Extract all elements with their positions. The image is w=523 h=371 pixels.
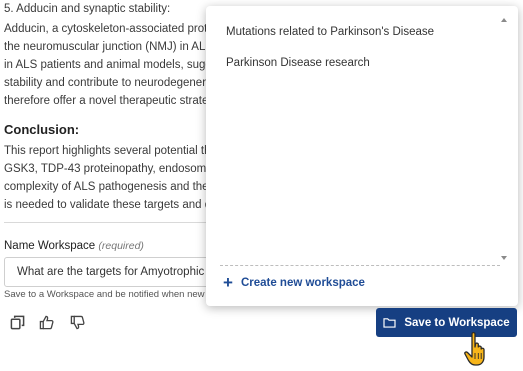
label-text: Name Workspace <box>4 240 96 252</box>
workspace-list: Mutations related to Parkinson's Disease… <box>206 6 496 256</box>
workspace-name-label: Name Workspace (required) <box>4 240 144 252</box>
hand-cursor-icon <box>464 332 485 366</box>
scrollbar[interactable] <box>500 18 508 260</box>
workspace-option[interactable]: Parkinson Disease research <box>226 57 370 69</box>
workspace-option[interactable]: Mutations related to Parkinson's Disease <box>226 26 434 38</box>
workspace-hint: Save to a Workspace and be notified when… <box>4 289 213 300</box>
folder-icon <box>383 318 396 328</box>
thumbs-down-icon <box>70 315 85 329</box>
workspace-dropdown: Mutations related to Parkinson's Disease… <box>206 6 518 306</box>
copy-icon <box>10 315 24 329</box>
copy-button[interactable] <box>6 311 28 333</box>
plus-icon: + <box>223 273 233 292</box>
like-button[interactable] <box>35 311 57 333</box>
dislike-button[interactable] <box>66 311 88 333</box>
scroll-down-arrow-icon[interactable] <box>501 256 507 260</box>
create-workspace-label: Create new workspace <box>240 276 365 289</box>
conclusion-heading: Conclusion: <box>4 122 80 137</box>
save-to-workspace-button[interactable]: Save to Workspace <box>376 308 517 337</box>
section-heading: 5. Adducin and synaptic stability: <box>4 3 171 15</box>
create-workspace-button[interactable]: + Create new workspace <box>223 274 365 291</box>
thumbs-up-icon <box>39 315 54 329</box>
required-note: (required) <box>98 240 144 252</box>
dropdown-divider <box>220 265 500 266</box>
save-button-label: Save to Workspace <box>404 316 510 329</box>
scroll-up-arrow-icon[interactable] <box>501 18 507 22</box>
